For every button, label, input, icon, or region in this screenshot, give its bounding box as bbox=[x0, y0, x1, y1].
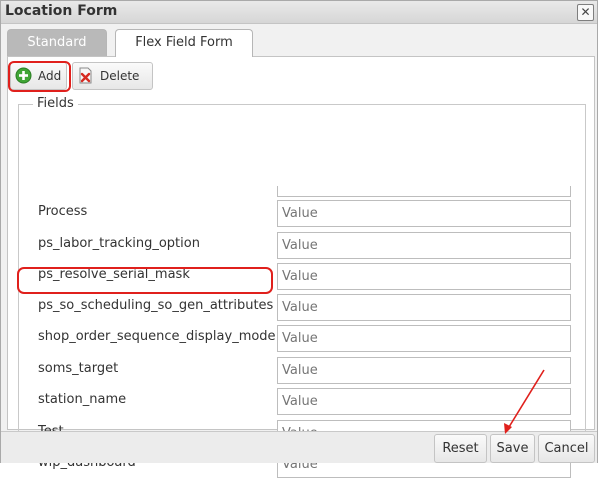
field-label: ps_so_scheduling_so_gen_attributes bbox=[38, 298, 274, 313]
plus-circle-icon bbox=[15, 67, 32, 84]
field-value-input[interactable] bbox=[277, 200, 571, 227]
tab-standard[interactable]: Standard bbox=[7, 29, 107, 56]
tab-bar: Standard Flex Field Form bbox=[7, 29, 595, 57]
field-label: Process bbox=[38, 204, 88, 219]
cancel-button[interactable]: Cancel bbox=[538, 434, 595, 463]
field-row: station_name bbox=[19, 386, 585, 418]
field-label: ps_resolve_serial_mask bbox=[38, 267, 190, 282]
save-button[interactable]: Save bbox=[490, 434, 535, 463]
tab-flex-field-form[interactable]: Flex Field Form bbox=[115, 29, 253, 57]
reset-button[interactable]: Reset bbox=[434, 434, 487, 463]
field-value-input[interactable] bbox=[277, 232, 571, 259]
fields-fieldset: Fields Process ps_labor_tracking_option … bbox=[18, 96, 586, 478]
field-row: ps_labor_tracking_option bbox=[19, 230, 585, 262]
delete-label: Delete bbox=[100, 69, 140, 83]
delete-page-icon bbox=[79, 67, 92, 84]
partial-field-input[interactable] bbox=[277, 186, 571, 197]
field-value-input[interactable] bbox=[277, 325, 571, 352]
add-button[interactable]: Add bbox=[8, 61, 71, 92]
field-row: shop_order_sequence_display_mode bbox=[19, 323, 585, 355]
delete-button[interactable]: Delete bbox=[72, 62, 153, 90]
field-row: soms_target bbox=[19, 355, 585, 387]
field-label: shop_order_sequence_display_mode bbox=[38, 329, 276, 344]
field-value-input[interactable] bbox=[277, 294, 571, 321]
field-row: ps_so_scheduling_so_gen_attributes bbox=[19, 292, 585, 324]
field-label: ps_labor_tracking_option bbox=[38, 236, 200, 251]
field-row: ps_resolve_serial_mask bbox=[19, 261, 585, 293]
toolbar: Add Delete bbox=[8, 61, 594, 92]
field-value-input[interactable] bbox=[277, 388, 571, 415]
field-label: station_name bbox=[38, 392, 127, 407]
fields-legend: Fields bbox=[33, 96, 78, 111]
dialog-title: Location Form bbox=[5, 3, 118, 19]
field-value-input[interactable] bbox=[277, 263, 571, 290]
field-row: Process bbox=[19, 198, 585, 230]
field-label: soms_target bbox=[38, 361, 119, 376]
title-bar[interactable]: Location Form ✕ bbox=[1, 1, 597, 24]
field-value-input[interactable] bbox=[277, 357, 571, 384]
location-form-dialog: Location Form ✕ Standard Flex Field Form… bbox=[0, 0, 598, 478]
close-icon[interactable]: ✕ bbox=[577, 4, 594, 21]
add-label: Add bbox=[38, 69, 62, 83]
tab-content: Add Delete Fields Process ps_labor_track… bbox=[7, 57, 595, 478]
dialog-footer: Reset Save Cancel bbox=[1, 431, 597, 463]
